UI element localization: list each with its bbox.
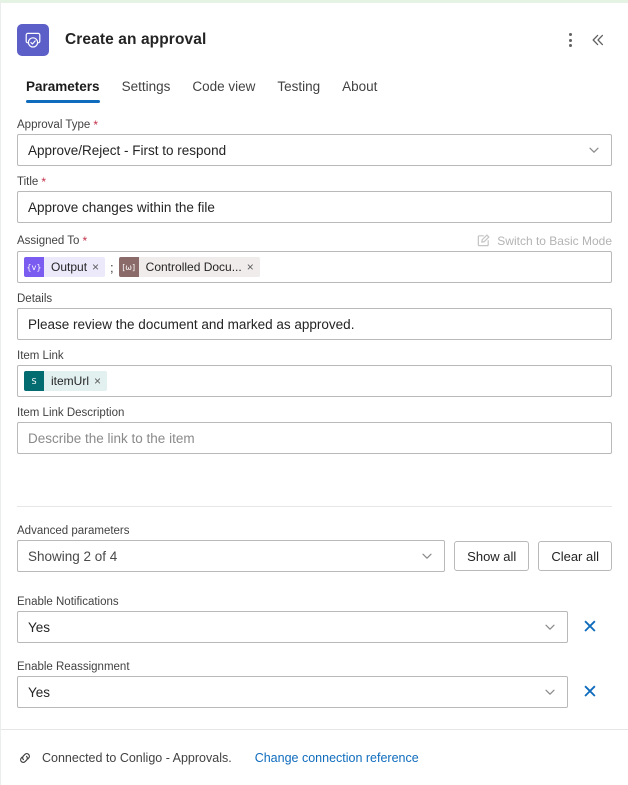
token-separator: ; xyxy=(110,259,114,275)
connection-footer: Connected to Conligo - Approvals. Change… xyxy=(1,729,628,785)
label-enable-notifications: Enable Notifications xyxy=(17,596,612,608)
label-approval-type: Approval Type * xyxy=(17,119,612,131)
label-title-text: Title xyxy=(17,176,39,188)
token-chip-label: itemUrl xyxy=(51,374,89,388)
show-all-button[interactable]: Show all xyxy=(454,541,530,571)
label-item-link-description-text: Item Link Description xyxy=(17,407,125,419)
connection-icon xyxy=(20,752,30,763)
advanced-parameters-value: Showing 2 of 4 xyxy=(28,548,118,564)
dynamic-content-icon: {v} xyxy=(24,257,44,277)
chevron-down-icon xyxy=(543,620,557,634)
approval-app-icon xyxy=(17,24,49,56)
enable-reassignment-dropdown[interactable]: Yes xyxy=(17,676,568,708)
switch-to-basic-mode-button[interactable]: Switch to Basic Mode xyxy=(476,233,612,248)
token-chip-output[interactable]: {v} Output × xyxy=(24,257,106,277)
field-details: Details Please review the document and m… xyxy=(17,293,612,340)
label-item-link-description: Item Link Description xyxy=(17,407,612,419)
tab-parameters[interactable]: Parameters xyxy=(17,73,109,105)
label-details: Details xyxy=(17,293,612,305)
field-spacer xyxy=(17,653,612,661)
required-marker: * xyxy=(93,118,98,132)
label-enable-reassignment: Enable Reassignment xyxy=(17,661,612,673)
tab-about[interactable]: About xyxy=(333,73,386,105)
field-enable-notifications: Enable Notifications Yes ✕ xyxy=(17,596,612,643)
clear-all-button[interactable]: Clear all xyxy=(538,541,612,571)
chevron-double-left-icon xyxy=(592,34,604,46)
enable-notifications-dropdown[interactable]: Yes xyxy=(17,611,568,643)
item-link-token-field[interactable]: S itemUrl × xyxy=(17,365,612,397)
advanced-parameters-dropdown[interactable]: Showing 2 of 4 xyxy=(17,540,446,572)
approval-type-dropdown[interactable]: Approve/Reject - First to respond xyxy=(17,134,612,166)
label-advanced-parameters: Advanced parameters xyxy=(17,525,612,537)
variable-icon: [ω] xyxy=(118,257,139,277)
token-chip-label: Output xyxy=(51,260,88,274)
field-title: Title * Approve changes within the file xyxy=(17,176,612,223)
collapse-button[interactable] xyxy=(584,26,612,54)
assigned-to-label-row: Assigned To * Switch to Basic Mode xyxy=(17,233,612,248)
enable-reassignment-value: Yes xyxy=(28,684,51,700)
label-assigned-to: Assigned To * xyxy=(17,235,87,247)
details-input[interactable]: Please review the document and marked as… xyxy=(17,308,612,340)
tab-code-view[interactable]: Code view xyxy=(183,73,264,105)
token-chip-label: Controlled Docu... xyxy=(145,260,242,274)
switch-to-basic-mode-label: Switch to Basic Mode xyxy=(497,233,612,248)
edit-box-icon xyxy=(478,234,490,247)
chevron-down-icon xyxy=(420,549,434,563)
details-value: Please review the document and marked as… xyxy=(28,316,355,332)
required-marker: * xyxy=(41,175,46,189)
enable-reassignment-row: Yes ✕ xyxy=(17,676,612,708)
tab-settings[interactable]: Settings xyxy=(113,73,180,105)
page-title: Create an approval xyxy=(65,31,207,48)
label-enable-notifications-text: Enable Notifications xyxy=(17,596,119,608)
divider-spacer xyxy=(17,507,612,525)
label-enable-reassignment-text: Enable Reassignment xyxy=(17,661,130,673)
more-vertical-icon xyxy=(568,33,572,47)
change-connection-reference-link[interactable]: Change connection reference xyxy=(255,751,419,765)
connection-status-text: Connected to Conligo - Approvals. xyxy=(42,750,232,765)
title-value: Approve changes within the file xyxy=(28,199,215,215)
enable-notifications-row: Yes ✕ xyxy=(17,611,612,643)
sharepoint-icon: S xyxy=(24,371,44,391)
enable-notifications-value: Yes xyxy=(28,619,51,635)
label-approval-type-text: Approval Type xyxy=(17,119,91,131)
label-details-text: Details xyxy=(17,293,53,305)
label-assigned-to-text: Assigned To xyxy=(17,234,80,247)
advanced-spacer xyxy=(17,582,612,596)
card-header: Create an approval xyxy=(1,3,628,63)
remove-enable-notifications-button[interactable]: ✕ xyxy=(568,618,612,637)
field-approval-type: Approval Type * Approve/Reject - First t… xyxy=(17,119,612,166)
approval-type-value: Approve/Reject - First to respond xyxy=(28,142,227,158)
required-marker: * xyxy=(82,233,88,248)
token-remove-icon[interactable]: × xyxy=(247,257,260,277)
token-chip-itemurl[interactable]: S itemUrl × xyxy=(24,371,108,391)
tab-bar: Parameters Settings Code view Testing Ab… xyxy=(1,63,628,105)
label-title: Title * xyxy=(17,176,612,188)
chevron-down-icon xyxy=(543,685,557,699)
token-remove-icon[interactable]: × xyxy=(94,371,107,391)
assigned-to-token-field[interactable]: {v} Output × ; [ω] Controlled Docu... × xyxy=(17,251,612,283)
field-enable-reassignment: Enable Reassignment Yes ✕ xyxy=(17,661,612,708)
field-advanced-parameters: Advanced parameters Showing 2 of 4 Show … xyxy=(17,525,612,572)
remove-enable-reassignment-button[interactable]: ✕ xyxy=(568,683,612,702)
token-chip-controlled-document[interactable]: [ω] Controlled Docu... × xyxy=(118,257,260,277)
token-remove-icon[interactable]: × xyxy=(92,257,105,277)
action-card: Create an approval Parameters Settings C… xyxy=(0,0,628,785)
label-advanced-parameters-text: Advanced parameters xyxy=(17,525,130,537)
label-item-link: Item Link xyxy=(17,350,612,362)
title-input[interactable]: Approve changes within the file xyxy=(17,191,612,223)
field-assigned-to: Assigned To * Switch to Basic Mode {v} O… xyxy=(17,233,612,283)
field-item-link-description: Item Link Description Describe the link … xyxy=(17,407,612,454)
field-item-link: Item Link S itemUrl × xyxy=(17,350,612,397)
item-link-description-input[interactable]: Describe the link to the item xyxy=(17,422,612,454)
tab-testing[interactable]: Testing xyxy=(268,73,329,105)
item-link-description-placeholder: Describe the link to the item xyxy=(28,430,195,446)
more-menu-button[interactable] xyxy=(556,26,584,54)
label-item-link-text: Item Link xyxy=(17,350,64,362)
parameters-panel: Approval Type * Approve/Reject - First t… xyxy=(1,105,628,729)
chevron-down-icon xyxy=(587,143,601,157)
advanced-parameters-row: Showing 2 of 4 Show all Clear all xyxy=(17,540,612,572)
